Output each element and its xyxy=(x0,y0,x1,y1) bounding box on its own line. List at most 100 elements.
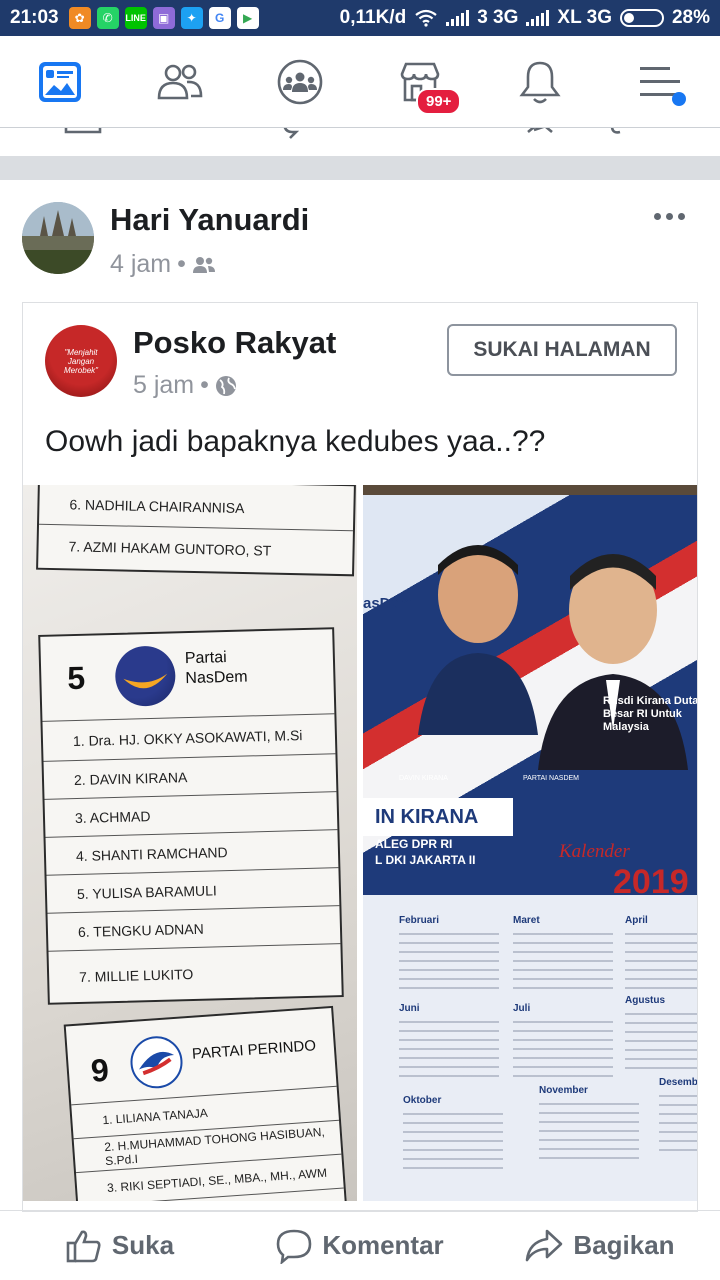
post-meta: 4 jam • xyxy=(110,250,216,279)
party-number: 9 xyxy=(89,1051,110,1089)
feed-separator xyxy=(0,156,720,180)
month-name: November xyxy=(539,1085,588,1096)
ballot-row: 6. NADHILA CHAIRANNISA xyxy=(69,496,245,517)
share-button[interactable]: Bagikan xyxy=(480,1228,720,1264)
calendar-month: Juni xyxy=(399,1003,499,1083)
month-name: Februari xyxy=(399,915,440,926)
month-name: Juni xyxy=(399,1003,420,1014)
tab-notifications[interactable] xyxy=(510,54,570,110)
menu-indicator-dot xyxy=(672,92,686,106)
caption-right: PARTAI NASDEM xyxy=(523,775,580,782)
calendar-title: Kalender xyxy=(559,841,630,862)
nasdem-swoosh-icon xyxy=(123,673,168,689)
notification-badge: 99+ xyxy=(416,88,462,115)
tab-friends[interactable] xyxy=(150,54,210,110)
top-navigation: 99+ xyxy=(0,36,720,128)
party-label-line1: Partai xyxy=(184,649,227,668)
whatsapp-icon: ✆ xyxy=(96,7,119,29)
battery-icon xyxy=(619,9,664,27)
nasdem-logo xyxy=(114,645,177,707)
battery-level: 28% xyxy=(671,7,710,28)
calendar-month: November xyxy=(539,1085,639,1165)
page-avatar[interactable]: "Menjahit Jangan Merobek" xyxy=(45,325,117,397)
party-label: Partai NasDem xyxy=(185,647,248,689)
shared-post-time[interactable]: 5 jam xyxy=(133,371,194,400)
uc-browser-icon: ✿ xyxy=(68,7,91,29)
friends-icon xyxy=(157,64,203,100)
twitter-icon: ✦ xyxy=(180,7,203,29)
calendar-month: Februari xyxy=(399,915,499,995)
comment-icon xyxy=(277,1229,312,1264)
calendar-photo[interactable]: asDem DAVIN KIRANA PARTAI NASDEM Rusdi K… xyxy=(363,485,698,1201)
status-bar: 21:03 ✿ ✆ LINE ▣ ✦ G ▶ 0,11K/d 3 3G XL 3… xyxy=(0,0,720,36)
globe-icon xyxy=(215,375,236,396)
subtitle-line2: L DKI JAKARTA II xyxy=(375,852,476,867)
calendar-month: Desember xyxy=(659,1077,698,1157)
month-name: Maret xyxy=(513,915,540,926)
perindo-eagle-icon xyxy=(138,1051,175,1076)
ballot-party-nasdem: 5 Partai NasDem 1. Dra. HJ. OKKY ASOKAWA… xyxy=(38,627,344,1005)
candidate-row: 7. MILLIE LUKITO xyxy=(48,943,342,1003)
app-icon: ▣ xyxy=(152,7,175,29)
calendar-month: Juli xyxy=(513,1003,613,1083)
party-label-line2: NasDem xyxy=(185,668,248,688)
comment-label: Komentar xyxy=(322,1230,444,1260)
meta-dot: • xyxy=(200,371,209,399)
signal-icon xyxy=(526,10,550,26)
news-feed-icon xyxy=(39,62,81,102)
line-icon: LINE xyxy=(124,7,147,29)
bell-icon xyxy=(519,61,561,104)
previous-post-actions xyxy=(0,128,720,156)
older-man-photo-icon xyxy=(538,554,688,770)
google-icon: G xyxy=(208,7,231,29)
like-page-button[interactable]: SUKAI HALAMAN xyxy=(447,324,677,376)
like-button[interactable]: Suka xyxy=(0,1228,240,1264)
month-name: Desember xyxy=(659,1077,698,1088)
calendar-year: 2019 xyxy=(613,863,689,901)
feed-post: Hari Yanuardi 4 jam • "Menjahit Jangan M… xyxy=(0,180,720,1280)
play-store-icon: ▶ xyxy=(236,7,259,29)
temple-photo-icon xyxy=(22,202,94,274)
month-name: Oktober xyxy=(403,1095,442,1106)
calendar-sheet: asDem DAVIN KIRANA PARTAI NASDEM Rusdi K… xyxy=(363,495,698,1201)
like-label: Suka xyxy=(111,1230,175,1260)
author-avatar[interactable] xyxy=(22,202,94,274)
carrier-1: 3 3G xyxy=(477,7,519,28)
candidate-name-banner: IN KIRANA xyxy=(363,798,513,836)
shared-post[interactable]: "Menjahit Jangan Merobek" Posko Rakyat 5… xyxy=(22,302,698,1212)
month-name: Juli xyxy=(513,1003,531,1014)
ballot-top-section: 6. NADHILA CHAIRANNISA 7. AZMI HAKAM GUN… xyxy=(36,485,356,577)
caption-left: DAVIN KIRANA xyxy=(399,775,448,782)
groups-icon xyxy=(277,59,323,105)
carrier-2: XL 3G xyxy=(557,7,612,28)
perindo-logo xyxy=(128,1034,185,1091)
tab-news-feed[interactable] xyxy=(30,54,90,110)
calendar-month: Agustus xyxy=(625,995,697,1075)
status-right: 0,11K/d 3 3G XL 3G 28% xyxy=(340,7,710,29)
status-time: 21:03 xyxy=(10,7,59,28)
shared-post-meta: 5 jam • xyxy=(133,371,237,400)
author-name[interactable]: Hari Yanuardi xyxy=(110,202,309,238)
subtitle-line1: ALEG DPR RI xyxy=(375,837,453,851)
page-name[interactable]: Posko Rakyat xyxy=(133,325,336,361)
calendar-month: April xyxy=(625,915,697,995)
post-photos[interactable]: 6. NADHILA CHAIRANNISA 7. AZMI HAKAM GUN… xyxy=(23,485,698,1201)
post-options-button[interactable] xyxy=(654,206,688,226)
post-time[interactable]: 4 jam xyxy=(110,250,171,279)
post-text: Oowh jadi bapaknya kedubes yaa..?? xyxy=(45,425,546,458)
ambassador-caption: Rusdi Kirana Duta Besar RI Untuk Malaysi… xyxy=(603,695,698,734)
tab-groups[interactable] xyxy=(270,54,330,110)
previous-actions-icons xyxy=(64,128,621,139)
post-actions: Suka Komentar Bagikan xyxy=(0,1210,720,1280)
friends-audience-icon xyxy=(192,256,215,273)
young-man-photo-icon xyxy=(418,545,538,735)
wifi-icon xyxy=(415,9,437,27)
party-tag: asDem xyxy=(363,595,413,612)
ballot-party-perindo: 9 PARTAI PERINDO 1. LILIANA TANAJA 2. H.… xyxy=(63,1005,349,1201)
candidate-subtitle: ALEG DPR RI L DKI JAKARTA II xyxy=(363,837,475,868)
page-avatar-text: "Menjahit Jangan Merobek" xyxy=(64,348,98,375)
share-icon xyxy=(526,1229,563,1261)
comment-button[interactable]: Komentar xyxy=(240,1228,480,1264)
ballot-photo[interactable]: 6. NADHILA CHAIRANNISA 7. AZMI HAKAM GUN… xyxy=(23,485,357,1201)
meta-dot: • xyxy=(177,250,186,278)
